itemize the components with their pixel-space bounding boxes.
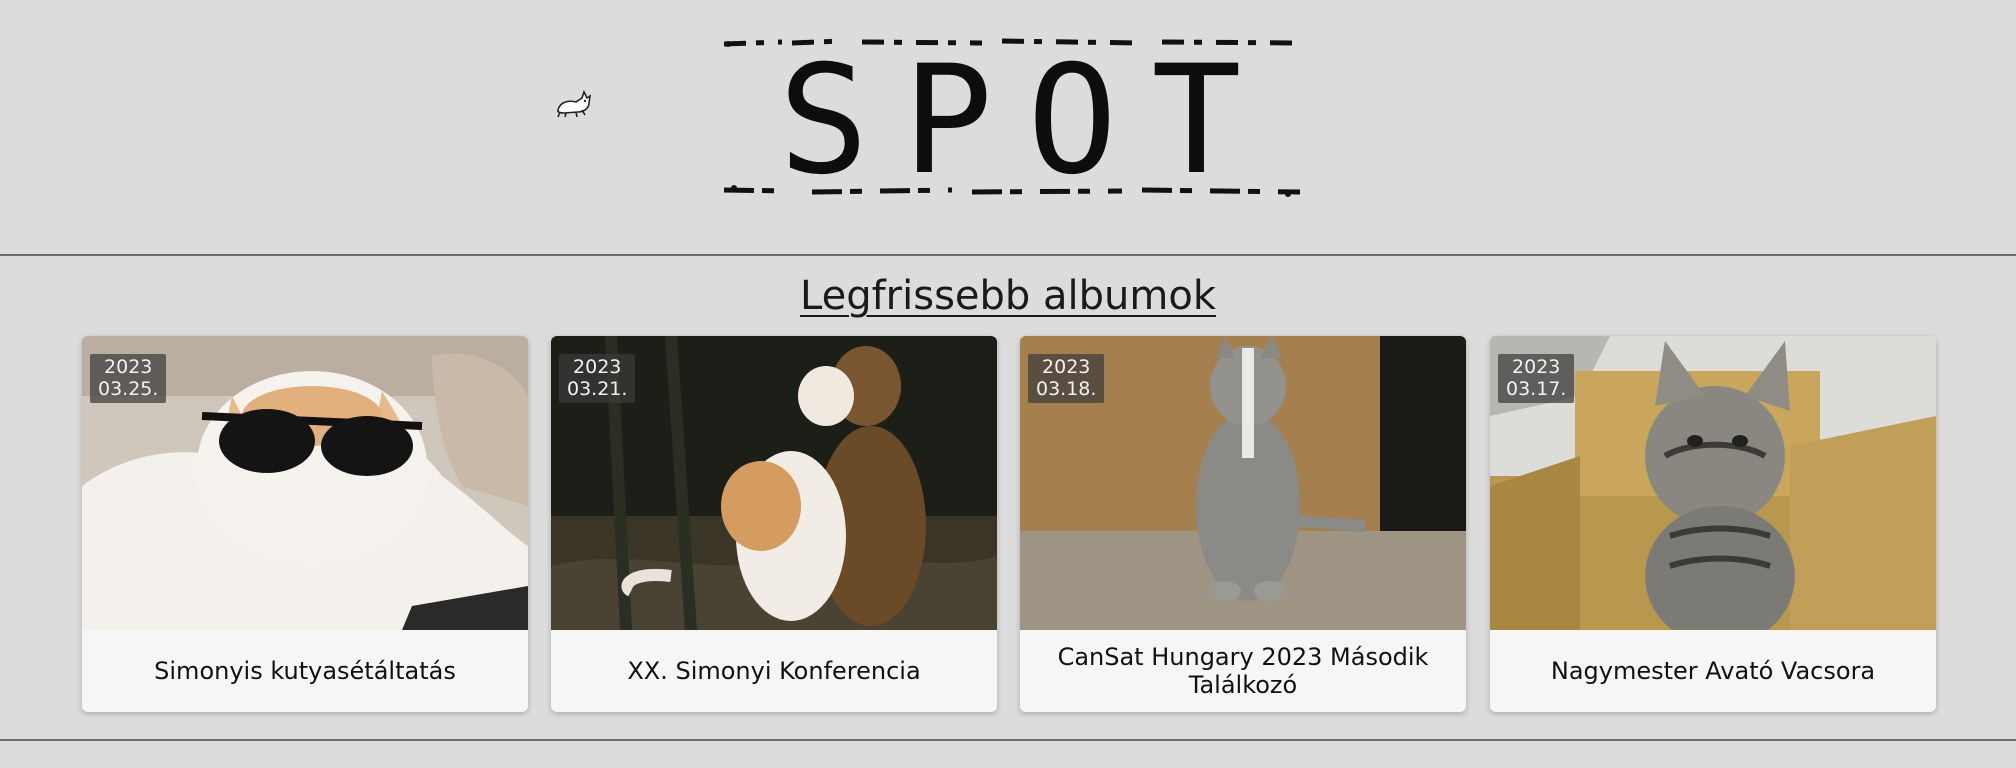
logo[interactable]: SPOT xyxy=(722,36,1302,206)
page: SPOT Legfrissebb albumok 2023 03.25. Sim… xyxy=(0,0,2016,768)
album-date-day: 03.25. xyxy=(98,378,159,400)
album-date-badge: 2023 03.25. xyxy=(90,354,167,403)
album-thumbnail[interactable]: 2023 03.18. xyxy=(1020,336,1466,630)
album-date-day: 03.21. xyxy=(567,378,628,400)
album-thumbnail[interactable]: 2023 03.17. xyxy=(1490,336,1936,630)
section-title: Legfrissebb albumok xyxy=(800,273,1216,319)
album-date-year: 2023 xyxy=(104,356,153,378)
album-thumbnail[interactable]: 2023 03.25. xyxy=(82,336,528,630)
album-date-day: 03.17. xyxy=(1506,378,1567,400)
album-date-badge: 2023 03.21. xyxy=(559,354,636,403)
header: SPOT xyxy=(0,0,2016,254)
album-title[interactable]: CanSat Hungary 2023 Második Találkozó xyxy=(1020,630,1466,712)
album-title[interactable]: XX. Simonyi Konferencia xyxy=(551,630,997,712)
album-date-year: 2023 xyxy=(1042,356,1091,378)
album-date-year: 2023 xyxy=(573,356,622,378)
album-card[interactable]: 2023 03.21. XX. Simonyi Konferencia xyxy=(551,336,997,712)
footer-divider xyxy=(0,739,2016,741)
album-title[interactable]: Nagymester Avató Vacsora xyxy=(1490,630,1936,712)
album-date-badge: 2023 03.18. xyxy=(1028,354,1105,403)
album-date-badge: 2023 03.17. xyxy=(1498,354,1575,403)
album-card[interactable]: 2023 03.18. CanSat Hungary 2023 Második … xyxy=(1020,336,1466,712)
album-card[interactable]: 2023 03.25. Simonyis kutyasétáltatás xyxy=(82,336,528,712)
album-thumbnail[interactable]: 2023 03.21. xyxy=(551,336,997,630)
cat-icon[interactable] xyxy=(554,88,594,118)
logo-text: SPOT xyxy=(778,34,1276,208)
album-list: 2023 03.25. Simonyis kutyasétáltatás 202… xyxy=(82,336,1936,712)
album-title[interactable]: Simonyis kutyasétáltatás xyxy=(82,630,528,712)
header-divider xyxy=(0,254,2016,256)
album-date-day: 03.18. xyxy=(1036,378,1097,400)
album-date-year: 2023 xyxy=(1512,356,1561,378)
album-card[interactable]: 2023 03.17. Nagymester Avató Vacsora xyxy=(1490,336,1936,712)
